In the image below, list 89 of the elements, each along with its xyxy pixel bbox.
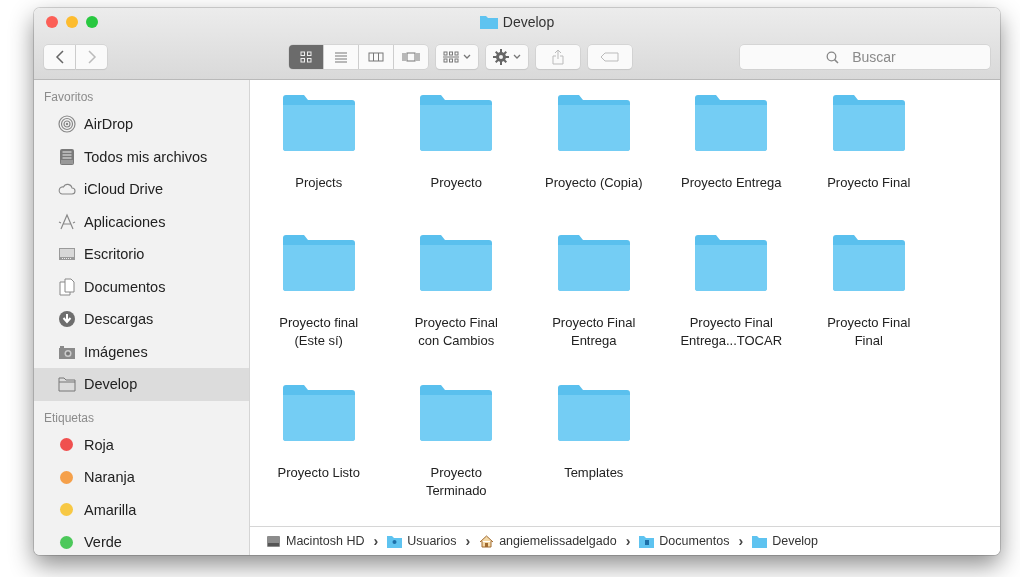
sidebar-item[interactable]: Develop — [34, 368, 249, 401]
folder-icon[interactable] — [555, 94, 632, 152]
tag-button[interactable] — [588, 45, 632, 69]
folder-name[interactable]: Projects — [295, 174, 343, 192]
path-separator: › — [465, 533, 471, 549]
chevron-left-icon — [54, 50, 65, 64]
sidebar-item[interactable]: Aplicaciones — [34, 205, 249, 238]
sidebar-item[interactable]: AirDrop — [34, 108, 249, 141]
section-heading: Favoritos — [43, 89, 95, 106]
folder-name[interactable]: Proyecto Final Final — [827, 314, 911, 350]
folder-icon[interactable] — [555, 234, 632, 292]
back-button[interactable] — [44, 45, 75, 69]
folder-name[interactable]: Proyecto Entrega — [681, 174, 782, 192]
minimize-button[interactable] — [66, 16, 78, 28]
airdrop-icon — [58, 115, 76, 134]
sidebar-item[interactable]: Todos mis archivos — [34, 140, 249, 173]
gear-icon — [493, 49, 510, 65]
arrange-button[interactable] — [436, 45, 479, 69]
folder-name[interactable]: Templates — [564, 464, 624, 482]
folder-name[interactable]: Proyecto Final — [827, 174, 911, 192]
house-icon — [479, 534, 495, 548]
folder-icon[interactable] — [418, 384, 495, 442]
share-icon — [552, 49, 565, 65]
zoom-button[interactable] — [86, 16, 98, 28]
columns-icon — [368, 51, 384, 63]
folder-icon[interactable] — [555, 384, 632, 442]
drawer-icon — [58, 147, 76, 166]
cover-flow-view-button[interactable] — [394, 45, 428, 69]
close-button[interactable] — [46, 16, 58, 28]
tag-item[interactable]: Verde — [34, 526, 249, 555]
folder-icon[interactable] — [280, 384, 357, 442]
path-separator: › — [625, 533, 631, 549]
columns-view-button[interactable] — [359, 45, 393, 69]
action-button[interactable] — [486, 45, 529, 69]
documents-folder-icon — [639, 534, 655, 548]
documents-icon — [58, 277, 76, 296]
folder-icon[interactable] — [418, 234, 495, 292]
chevron-right-icon — [86, 50, 97, 64]
section-heading: Etiquetas — [43, 409, 96, 427]
caret-icon — [513, 54, 522, 60]
folder-icon[interactable] — [280, 234, 357, 292]
tag-item[interactable]: Amarilla — [34, 493, 249, 526]
folder-name[interactable]: Proyecto Listo — [277, 464, 360, 482]
share-button[interactable] — [536, 45, 581, 69]
tag-item[interactable]: Naranja — [34, 461, 249, 494]
tag-icon — [600, 52, 621, 62]
folder-icon[interactable] — [418, 94, 495, 152]
arrange-grid-icon — [443, 51, 460, 63]
folder-icon[interactable] — [280, 94, 357, 152]
folder-name[interactable]: Proyecto (Copia) — [544, 174, 643, 192]
search-field[interactable]: Buscar — [740, 45, 990, 69]
forward-button[interactable] — [76, 45, 107, 69]
sidebar-item[interactable]: iCloud Drive — [34, 173, 249, 206]
grid-view-button[interactable] — [289, 45, 323, 69]
path-item[interactable]: Develop — [772, 534, 819, 548]
path-separator: › — [373, 533, 379, 549]
folder-name[interactable]: Proyecto Terminado — [425, 464, 487, 500]
folder-name[interactable]: Proyecto Final Entrega...TOCAR — [680, 314, 783, 350]
folder-icon[interactable] — [830, 234, 907, 292]
folder-icon — [752, 534, 768, 548]
sidebar-item[interactable]: Imágenes — [34, 335, 249, 368]
search-icon — [826, 50, 839, 64]
folder-icon — [479, 15, 498, 29]
tag-item[interactable]: Roja — [34, 428, 249, 461]
folder-icon[interactable] — [693, 94, 770, 152]
folder-name[interactable]: Proyecto final (Este sí) — [279, 314, 359, 350]
sidebar-item[interactable]: Escritorio — [34, 238, 249, 271]
list-view-button[interactable] — [324, 45, 358, 69]
folder-name[interactable]: Proyecto Final con Cambios — [414, 314, 498, 350]
path-item[interactable]: angiemelissadelgado — [499, 534, 617, 548]
folder-name[interactable]: Proyecto Final Entrega — [552, 314, 636, 350]
sidebar-item[interactable]: Documentos — [34, 270, 249, 303]
caret-icon — [463, 54, 472, 60]
cover-flow-icon — [402, 51, 420, 63]
folder-name[interactable]: Proyecto — [430, 174, 482, 192]
app-icon — [58, 212, 76, 231]
path-item[interactable]: Macintosh HD — [286, 534, 365, 548]
grid-icon — [300, 51, 312, 63]
path-item[interactable]: Usuarios — [407, 534, 457, 548]
list-icon — [334, 51, 348, 63]
folder-icon[interactable] — [693, 234, 770, 292]
sidebar-item[interactable]: Descargas — [34, 303, 249, 336]
download-icon — [58, 310, 76, 329]
users-folder-icon — [387, 534, 403, 548]
window-title: Develop — [502, 14, 555, 30]
folder-icon[interactable] — [830, 94, 907, 152]
path-separator: › — [738, 533, 744, 549]
folder-icon — [58, 375, 76, 394]
path-item[interactable]: Documentos — [659, 534, 730, 548]
